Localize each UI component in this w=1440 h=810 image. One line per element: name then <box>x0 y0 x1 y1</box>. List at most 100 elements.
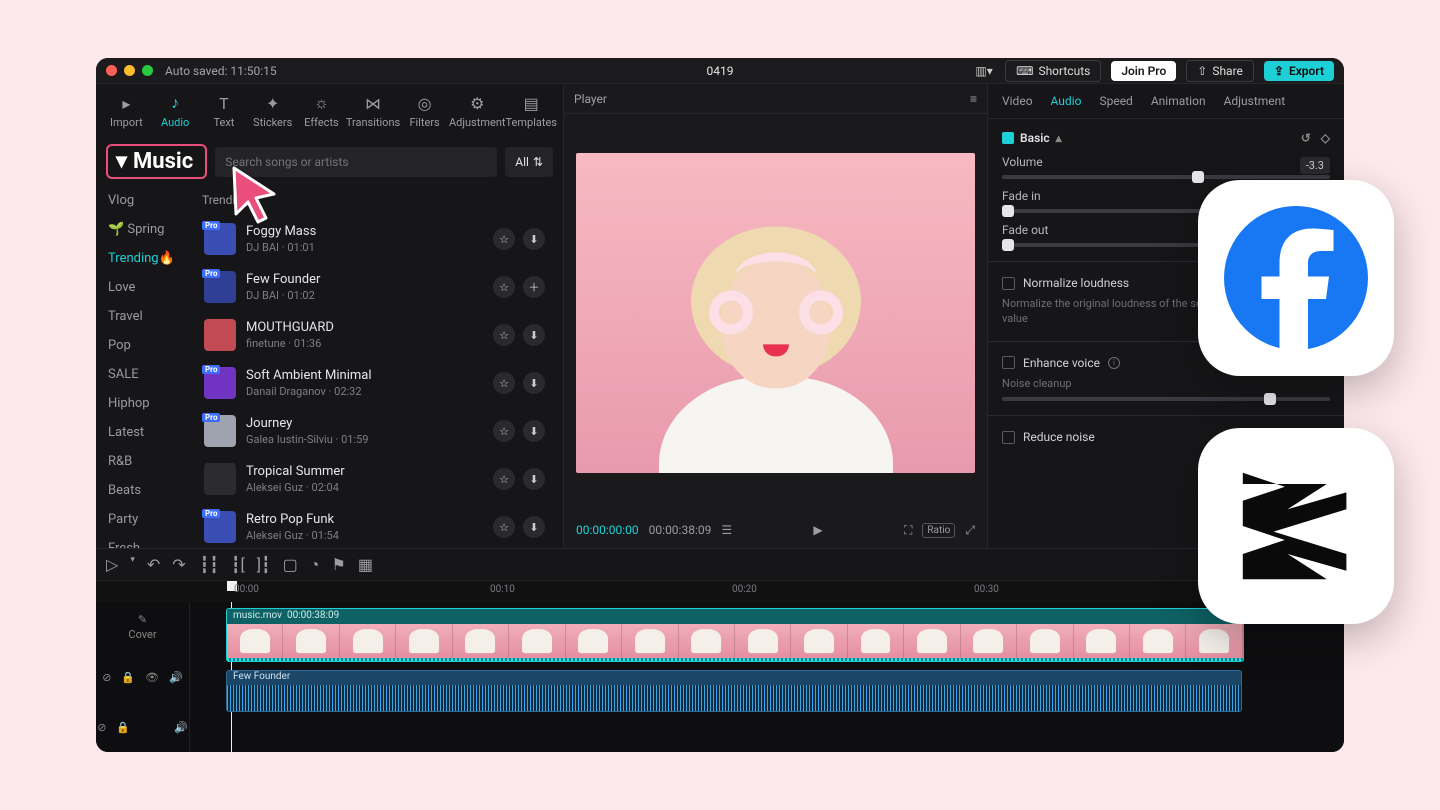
basic-toggle[interactable] <box>1002 132 1014 144</box>
favorite-button[interactable]: ☆ <box>493 372 515 394</box>
tab-import[interactable]: ▸Import <box>102 84 151 138</box>
music-dropdown[interactable]: ▾ Music <box>106 144 207 179</box>
split-tool[interactable]: ┇┇ <box>200 555 219 575</box>
track-row[interactable]: ProSoft Ambient MinimalDanail Draganov ·… <box>196 359 553 407</box>
download-button[interactable]: ⬇ <box>523 468 545 490</box>
delete-tool[interactable]: ▢ <box>283 555 298 575</box>
export-button[interactable]: ⇪Export <box>1264 61 1334 81</box>
window-controls[interactable] <box>106 65 153 76</box>
favorite-button[interactable]: ☆ <box>493 324 515 346</box>
category-item[interactable]: Beats <box>108 483 180 498</box>
favorite-button[interactable]: ☆ <box>493 228 515 250</box>
download-button[interactable]: ⬇ <box>523 372 545 394</box>
category-item[interactable]: R&B <box>108 454 180 469</box>
track-list: Trending ProFoggy MassDJ BAI · 01:01☆⬇Pr… <box>192 185 563 548</box>
inspector-tab-speed[interactable]: Speed <box>1099 94 1132 108</box>
reset-icon[interactable]: ↺ <box>1301 131 1311 145</box>
inspector-tab-audio[interactable]: Audio <box>1051 94 1082 108</box>
tab-text[interactable]: TText <box>200 84 249 138</box>
category-item[interactable]: Vlog <box>108 193 180 208</box>
track-row[interactable]: ProRetro Pop FunkAleksei Guz · 01:54☆⬇ <box>196 503 553 548</box>
download-button[interactable]: ⬇ <box>523 324 545 346</box>
add-button[interactable]: ＋ <box>523 276 545 298</box>
favorite-button[interactable]: ☆ <box>493 420 515 442</box>
trim-left-tool[interactable]: ┇[ <box>231 555 245 575</box>
fx-tool[interactable]: ▦ <box>358 555 373 575</box>
reduce-checkbox[interactable] <box>1002 431 1015 444</box>
track-row[interactable]: ProJourneyGalea Iustin-Silviu · 01:59☆⬇ <box>196 407 553 455</box>
layout-icon[interactable]: ▥▾ <box>973 62 995 80</box>
close-dot[interactable] <box>106 65 117 76</box>
normalize-checkbox[interactable] <box>1002 277 1015 290</box>
category-item[interactable]: Pop <box>108 338 180 353</box>
category-item[interactable]: Love <box>108 280 180 295</box>
flag-tool[interactable]: ⚑ <box>331 555 345 575</box>
track-row[interactable]: Tropical SummerAleksei Guz · 02:04☆⬇ <box>196 455 553 503</box>
crop-icon[interactable]: ⛶ <box>904 523 912 538</box>
track-controls-audio[interactable]: ⊘🔒🔊 <box>96 702 189 752</box>
volume-slider[interactable]: -3.3 <box>1002 175 1330 179</box>
enhance-checkbox[interactable] <box>1002 356 1015 369</box>
download-button[interactable]: ⬇ <box>523 228 545 250</box>
track-controls-video[interactable]: ⊘🔒👁🔊 <box>96 652 189 702</box>
track-row[interactable]: ProFew FounderDJ BAI · 01:02☆＋ <box>196 263 553 311</box>
pro-badge: Pro <box>202 221 220 230</box>
undo-button[interactable]: ↶ <box>147 555 160 574</box>
pointer-tool[interactable]: ▷ <box>106 555 118 574</box>
tab-transitions[interactable]: ⋈Transitions <box>346 84 400 138</box>
shortcuts-button[interactable]: ⌨Shortcuts <box>1005 60 1101 82</box>
tab-effects[interactable]: ☼Effects <box>297 84 346 138</box>
track-meta: DJ BAI · 01:01 <box>246 241 483 254</box>
audio-clip[interactable]: Few Founder <box>226 670 1242 712</box>
category-item[interactable]: Fresh <box>108 541 180 548</box>
tab-templates[interactable]: ▤Templates <box>506 84 557 138</box>
cover-button[interactable]: ✎ Cover <box>96 602 189 652</box>
list-icon[interactable]: ☰ <box>721 523 732 537</box>
tab-adjustment[interactable]: ⚙Adjustment <box>449 84 506 138</box>
noise-cleanup-slider[interactable] <box>1002 397 1330 401</box>
category-item[interactable]: SALE <box>108 367 180 382</box>
inspector-tab-adjustment[interactable]: Adjustment <box>1224 94 1286 108</box>
tab-audio[interactable]: ♪Audio <box>151 84 200 138</box>
tab-stickers[interactable]: ✦Stickers <box>248 84 297 138</box>
category-item[interactable]: Travel <box>108 309 180 324</box>
track-row[interactable]: MOUTHGUARDfinetune · 01:36☆⬇ <box>196 311 553 359</box>
tab-filters[interactable]: ◎Filters <box>400 84 449 138</box>
category-item[interactable]: Party <box>108 512 180 527</box>
favorite-button[interactable]: ☆ <box>493 468 515 490</box>
keyframe-icon[interactable]: ◇ <box>1321 131 1330 145</box>
timeline-ruler[interactable]: 00:00 00:10 00:20 00:30 <box>96 580 1344 602</box>
redo-button[interactable]: ↷ <box>172 555 185 574</box>
favorite-button[interactable]: ☆ <box>493 516 515 538</box>
inspector-tab-animation[interactable]: Animation <box>1151 94 1206 108</box>
player-menu-icon[interactable]: ≡ <box>970 92 977 106</box>
inspector-tab-video[interactable]: Video <box>1002 94 1033 108</box>
fullscreen-icon[interactable]: ⤢ <box>965 523 975 538</box>
category-item[interactable]: Trending🔥 <box>108 251 180 266</box>
trim-right-tool[interactable]: ]┇ <box>257 555 271 575</box>
tick: 00:20 <box>732 584 757 595</box>
maximize-dot[interactable] <box>142 65 153 76</box>
info-icon[interactable]: i <box>1108 357 1120 369</box>
favorite-button[interactable]: ☆ <box>493 276 515 298</box>
marker-tool[interactable]: ◔ <box>310 555 320 575</box>
category-item[interactable]: Hiphop <box>108 396 180 411</box>
ratio-button[interactable]: Ratio <box>922 523 955 538</box>
category-item[interactable]: Latest <box>108 425 180 440</box>
filter-all-button[interactable]: All⇅ <box>505 147 553 177</box>
category-item[interactable]: 🌱 Spring <box>108 222 180 237</box>
tick: 00:00 <box>234 584 259 595</box>
preview-area[interactable] <box>564 114 987 512</box>
tick: 00:10 <box>490 584 515 595</box>
timecode-total: 00:00:38:09 <box>649 523 712 537</box>
track-row[interactable]: ProFoggy MassDJ BAI · 01:01☆⬇ <box>196 215 553 263</box>
share-button[interactable]: ⇧Share <box>1186 60 1254 82</box>
minimize-dot[interactable] <box>124 65 135 76</box>
download-button[interactable]: ⬇ <box>523 516 545 538</box>
video-clip[interactable]: music.mov 00:00:38:09 <box>226 608 1244 662</box>
play-button[interactable]: ▶ <box>813 523 822 537</box>
download-button[interactable]: ⬇ <box>523 420 545 442</box>
player-title: Player <box>574 92 607 106</box>
join-pro-button[interactable]: Join Pro <box>1111 61 1176 81</box>
search-input[interactable] <box>215 147 497 177</box>
